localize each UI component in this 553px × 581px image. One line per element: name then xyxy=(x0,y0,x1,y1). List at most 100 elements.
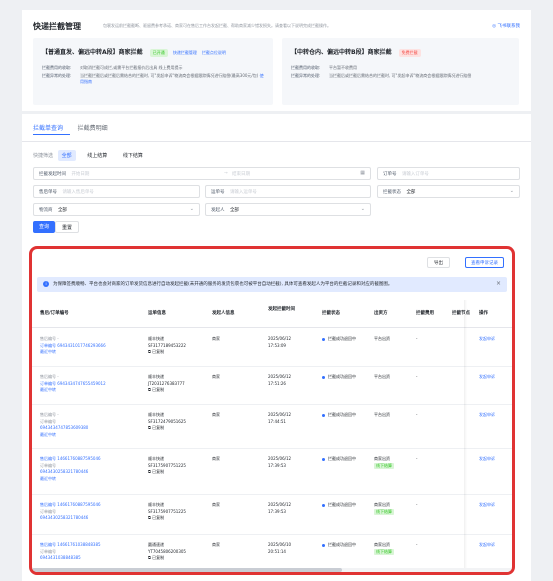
horizontal-scrollbar[interactable] xyxy=(32,568,512,572)
order-no-field[interactable]: 订单号 请输入订单号 xyxy=(377,167,520,180)
copy-indicator[interactable]: ⧉ 已复制 xyxy=(148,387,185,394)
intercept-time-range[interactable]: 拦截发起时间 开始日期 → 结束日期 ▦ xyxy=(33,167,371,180)
status-badge: 已开通 xyxy=(149,49,168,57)
waybill-cell: 顺丰快递 SF3175907751225 ⧉ 已复制 xyxy=(148,502,186,522)
results-panel: 导出 查看申诉记录 i 为保障签费顺畅、平台也会对商家的订单发货信息进行自动发起拦… xyxy=(29,246,515,575)
copy-indicator[interactable]: ⧉ 已复制 xyxy=(148,555,186,562)
order-cell: 售后编号 - 订单编号 6943434747853609380 最近中转 xyxy=(40,412,88,438)
chevron-down-icon: ⌄ xyxy=(360,206,365,212)
status-cell: 拦截成功退回中 xyxy=(322,502,356,509)
tab-intercept-query[interactable]: 拦截单查询 xyxy=(33,123,63,132)
calendar-icon: ▦ xyxy=(360,170,365,176)
order-no[interactable]: 6943431038848385 xyxy=(40,555,101,562)
table-row: 售后编号 - 订单编号 6943434747853609380 最近中转 顺丰快… xyxy=(32,405,512,449)
status-dot xyxy=(322,457,325,461)
settlement-tag: 线下结算 xyxy=(374,508,394,515)
status-cell: 拦截成功退回中 xyxy=(322,336,356,343)
help-link-label: 飞书联系我 xyxy=(497,24,521,29)
rule-link-manage[interactable]: 快递拦截管理 xyxy=(173,50,197,56)
appeal-button[interactable]: 发起申诉 xyxy=(479,542,495,549)
time-cell: 2025/06/12 17:39:53 xyxy=(268,456,291,469)
order-cell: 售后编号 - 订单编号 6943434747655459012 最近中转 xyxy=(40,374,106,394)
fee-text-a: 对取消拦截可成拦,或需平台拦截报价后出具 线上费用提示 xyxy=(80,65,183,70)
tab-fee-detail[interactable]: 拦截费明细 xyxy=(78,123,108,132)
row-tag: 最近中转 xyxy=(40,387,56,392)
initiator-cell: 商家 xyxy=(212,502,220,507)
initiator-cell: 商家 xyxy=(212,412,220,417)
export-button[interactable]: 导出 xyxy=(427,257,450,268)
intercept-time: 17:44:51 xyxy=(268,418,286,424)
close-icon[interactable]: × xyxy=(496,280,501,287)
exception-text-b: 当拦截后或拦截后需结合的拦截时, 可"发起申诉"物流商会根据跟踪情况进行赔偿 xyxy=(329,73,472,78)
order-cell: 售后编号 - 订单编号 6943431017746293666 最近中转 xyxy=(40,336,106,356)
end-date-prefix: → xyxy=(224,171,228,176)
notice-text: 为保障签费顺畅、平台也会对商家的订单发货信息进行自动发起拦截(未开通的服务的发货… xyxy=(53,282,393,287)
chip-all[interactable]: 全部 xyxy=(57,150,76,161)
chevron-down-icon: ⌄ xyxy=(189,206,194,212)
after-sale-no[interactable]: 售后编号 14661760887595046 xyxy=(40,502,101,509)
status-dot xyxy=(322,503,325,507)
after-sale-no-field[interactable]: 售后单号 请输入售后单号 xyxy=(33,185,200,198)
chip-offline[interactable]: 线下结算 xyxy=(119,150,147,161)
waybill-no-field[interactable]: 运单号 请输入运单号 xyxy=(205,185,371,198)
fee-cell: - xyxy=(416,374,418,379)
col-initiator: 发起人信息 xyxy=(212,311,235,316)
appeal-log-button[interactable]: 查看申诉记录 xyxy=(465,257,504,268)
fee-text-b: 平台暂不收费用 xyxy=(329,65,357,70)
quick-filter-label: 快捷筛选 xyxy=(33,153,54,159)
waybill-cell: 圆通速递 YT7045806200305 ⧉ 已复制 xyxy=(148,542,186,562)
page-description: 包裹发运前拦截截断、驱留费参考承诺、商家可在售后工作台发起拦截、帮助商家减少错发… xyxy=(103,23,331,28)
copy-indicator[interactable]: ⧉ 已复制 xyxy=(148,515,186,522)
rule-link-points[interactable]: 拦截点位说明 xyxy=(202,50,226,56)
chip-online[interactable]: 线上结算 xyxy=(83,150,111,161)
col-action: 操作 xyxy=(479,311,488,316)
appeal-button[interactable]: 发起申诉 xyxy=(479,456,495,463)
fixed-column-shadow xyxy=(464,300,467,572)
status-dot xyxy=(322,375,325,379)
scrollbar-thumb[interactable] xyxy=(32,568,342,572)
intercept-date: 2025/06/12 xyxy=(268,502,292,507)
initiator-cell: 商家 xyxy=(212,374,220,379)
copy-indicator[interactable]: ⧉ 已复制 xyxy=(148,469,186,476)
copy-text: 已复制 xyxy=(152,555,165,560)
col-order-no: 售后/订单编号 xyxy=(40,311,69,316)
after-sale-no-label: 售后单号 xyxy=(39,190,57,195)
after-sale-no[interactable]: 售后编号 14661760887595046 xyxy=(40,456,101,463)
appeal-button[interactable]: 发起申诉 xyxy=(479,502,495,509)
copy-text: 已复制 xyxy=(152,387,165,392)
time-cell: 2025/06/12 17:53:09 xyxy=(268,336,291,349)
initiator-cell: 商家 xyxy=(212,542,220,547)
query-button[interactable]: 查询 xyxy=(33,221,56,233)
table-row: 售后编号 14661760887595046 订单编号 694343025832… xyxy=(32,495,512,535)
order-no-placeholder: 请输入订单号 xyxy=(401,172,429,177)
help-link[interactable]: ◎ 飞书联系我 xyxy=(492,23,520,29)
intercept-time: 17:39:53 xyxy=(268,508,286,514)
status-cell: 拦截成功退回中 xyxy=(322,374,356,381)
copy-indicator[interactable]: ⧉ 已复制 xyxy=(148,349,186,356)
order-no[interactable]: 6943434747853609380 xyxy=(40,425,88,432)
order-no[interactable]: 6943430258321780446 xyxy=(40,515,101,522)
reset-button[interactable]: 重置 xyxy=(55,221,80,233)
page: 快递拦截管理 包裹发运前拦截截断、驱留费参考承诺、商家可在售后工作台发起拦截、帮… xyxy=(0,0,553,581)
after-sale-no-placeholder: 请输入售后单号 xyxy=(62,190,94,195)
intercept-date: 2025/06/12 xyxy=(268,336,292,341)
copy-indicator[interactable]: ⧉ 已复制 xyxy=(148,425,186,432)
time-cell: 2025/06/12 17:39:53 xyxy=(268,502,291,515)
status-cell: 拦截成功退回中 xyxy=(322,456,356,463)
rule-box-a-title: 【普通直发、偏远中转A段】商家拦截 已开通 快递拦截管理 拦截点位说明 xyxy=(42,47,226,57)
row-tag: 最近中转 xyxy=(40,431,56,437)
payer-cell: 商家出资 线下结算 xyxy=(374,502,394,515)
appeal-button[interactable]: 发起申诉 xyxy=(479,336,495,343)
start-date: 开始日期 xyxy=(71,172,90,177)
appeal-button[interactable]: 发起申诉 xyxy=(479,374,495,381)
end-date: 结束日期 xyxy=(232,172,250,177)
row-tag: 最近中转 xyxy=(40,349,56,354)
after-sale-no[interactable]: 售后编号 14661761038848385 xyxy=(40,542,101,549)
intercept-status-select[interactable]: 拦截状态 全部 ⌄ xyxy=(377,185,520,198)
initiator-select[interactable]: 发起人 全部 ⌄ xyxy=(205,203,371,216)
payer-cell: 平台出资 xyxy=(374,336,390,341)
col-status: 拦截状态 xyxy=(322,311,340,316)
appeal-button[interactable]: 发起申诉 xyxy=(479,412,495,419)
exception-text-a: 当拦截拦截后或拦截后需结合的拦截时, 可"发起申诉"物流商会根据跟踪情况进行赔偿… xyxy=(80,73,265,85)
logistics-select[interactable]: 物流商 全部 ⌄ xyxy=(33,203,200,216)
